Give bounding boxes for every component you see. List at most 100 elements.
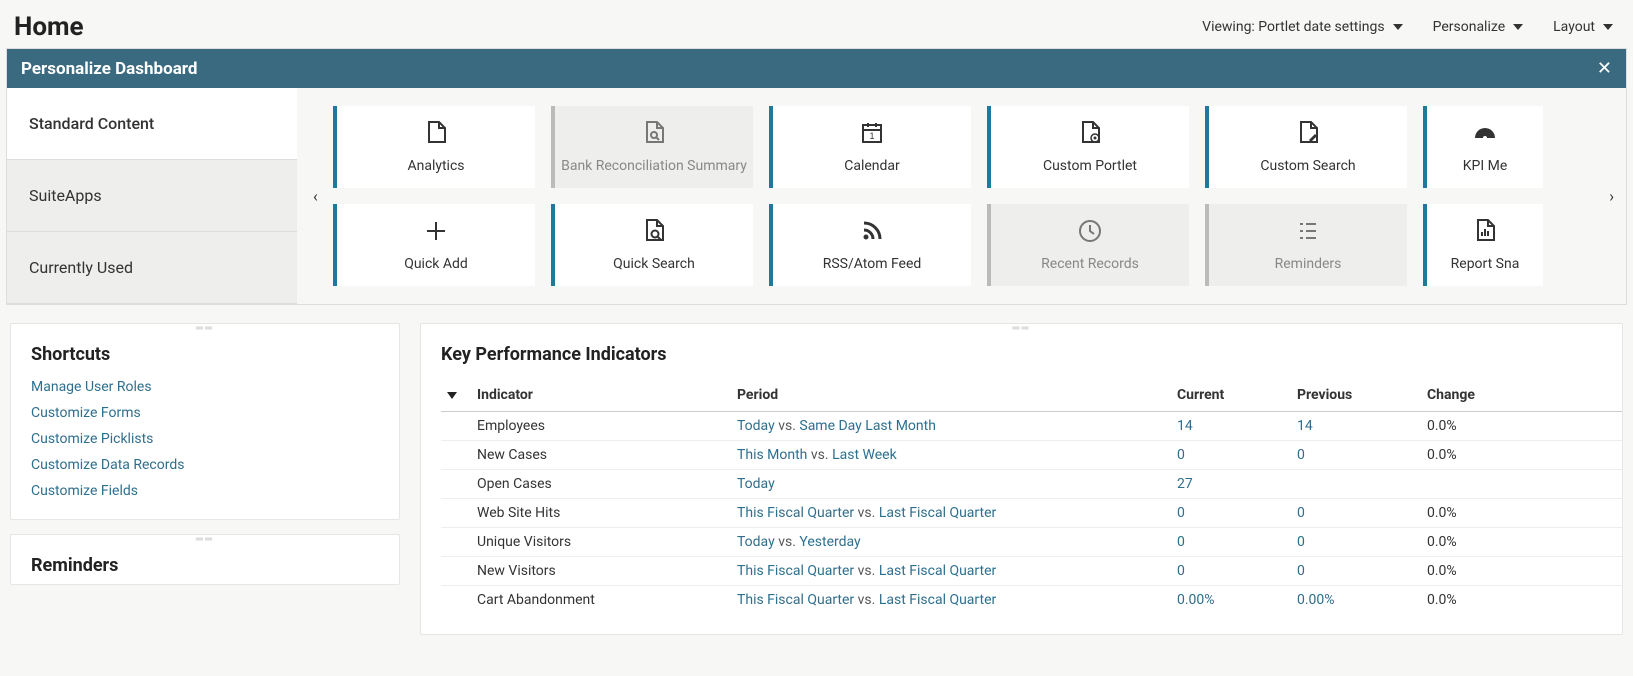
previous-cell: 0 (1291, 441, 1421, 470)
tile-calendar[interactable]: Calendar (769, 106, 971, 188)
file-gear-icon (1077, 120, 1103, 150)
close-icon[interactable]: ✕ (1597, 58, 1612, 79)
tile-report-sna[interactable]: Report Sna (1423, 204, 1543, 286)
value-link[interactable]: 0 (1177, 447, 1185, 463)
drag-handle-icon[interactable]: ══ (193, 535, 217, 541)
shortcut-link[interactable]: Customize Fields (31, 483, 379, 499)
tile-label: Custom Portlet (1043, 158, 1137, 174)
previous-cell: 0.00% (1291, 586, 1421, 615)
tile-label: Calendar (844, 158, 900, 174)
tab-suiteapps[interactable]: SuiteApps (7, 160, 297, 232)
tile-label: Recent Records (1041, 256, 1139, 272)
tile-label: Custom Search (1260, 158, 1355, 174)
personalize-dropdown[interactable]: Personalize (1433, 19, 1524, 35)
tile-recent-records[interactable]: Recent Records (987, 204, 1189, 286)
period-link[interactable]: Last Fiscal Quarter (879, 563, 996, 579)
value-link[interactable]: 14 (1177, 418, 1193, 434)
scroll-right-icon[interactable]: › (1605, 177, 1618, 216)
period-link[interactable]: This Month (737, 447, 807, 463)
value-link[interactable]: 0 (1177, 534, 1185, 550)
clock-icon (1077, 218, 1103, 248)
period-link[interactable]: This Fiscal Quarter (737, 592, 854, 608)
value-link[interactable]: 27 (1177, 476, 1193, 492)
previous-cell: 0 (1291, 557, 1421, 586)
tile-kpi-me[interactable]: KPI Me (1423, 106, 1543, 188)
tile-quick-add[interactable]: Quick Add (333, 204, 535, 286)
th-change[interactable]: Change (1421, 379, 1622, 412)
th-period[interactable]: Period (731, 379, 1171, 412)
period-link[interactable]: Last Fiscal Quarter (879, 505, 996, 521)
value-link[interactable]: 14 (1297, 418, 1313, 434)
period-link[interactable]: This Fiscal Quarter (737, 563, 854, 579)
th-previous[interactable]: Previous (1291, 379, 1421, 412)
tile-rss-atom-feed[interactable]: RSS/Atom Feed (769, 204, 971, 286)
period-link[interactable]: Last Fiscal Quarter (879, 592, 996, 608)
period-link[interactable]: Last Week (832, 447, 897, 463)
tile-custom-portlet[interactable]: Custom Portlet (987, 106, 1189, 188)
period-link[interactable]: Same Day Last Month (799, 418, 936, 434)
period-link[interactable]: Today (737, 534, 775, 550)
table-row: Cart AbandonmentThis Fiscal Quarter vs. … (441, 586, 1622, 615)
period-link[interactable]: Today (737, 418, 775, 434)
kpi-title: Key Performance Indicators (421, 330, 1622, 373)
value-link[interactable]: 0 (1177, 563, 1185, 579)
period-link[interactable]: Today (737, 476, 775, 492)
personalize-dashboard-panel: Personalize Dashboard ✕ Standard Content… (6, 48, 1627, 305)
tile-row-2: Quick AddQuick Search RSS/Atom Feed Recent… (333, 204, 1596, 286)
tab-standard-content[interactable]: Standard Content (7, 88, 297, 160)
shortcut-link[interactable]: Customize Picklists (31, 431, 379, 447)
drag-handle-icon[interactable]: ══ (1010, 324, 1034, 330)
current-cell: 14 (1171, 412, 1291, 441)
value-link[interactable]: 0.00% (1297, 592, 1335, 608)
value-link[interactable]: 0 (1297, 447, 1305, 463)
tile-label: RSS/Atom Feed (823, 256, 922, 272)
th-indicator[interactable]: Indicator (471, 379, 731, 412)
layout-dropdown[interactable]: Layout (1553, 19, 1613, 35)
th-current[interactable]: Current (1171, 379, 1291, 412)
vs-text: vs. (858, 563, 876, 579)
checklist-icon (1295, 218, 1321, 248)
indicator-cell: Web Site Hits (471, 499, 731, 528)
file-magnify-icon (641, 218, 667, 248)
value-link[interactable]: 0.00% (1177, 592, 1215, 608)
reminders-portlet: ══ Reminders (10, 534, 400, 585)
tile-bank-reconciliation-summary[interactable]: Bank Reconciliation Summary (551, 106, 753, 188)
current-cell: 0 (1171, 528, 1291, 557)
change-cell: 0.0% (1421, 412, 1622, 441)
plus-icon (423, 218, 449, 248)
tile-area: AnalyticsBank Reconciliation Summary Cale… (297, 88, 1626, 304)
period-cell: This Fiscal Quarter vs. Last Fiscal Quar… (731, 499, 1171, 528)
vs-text: vs. (858, 592, 876, 608)
period-link[interactable]: Yesterday (799, 534, 860, 550)
drag-handle-icon[interactable]: ══ (193, 324, 217, 330)
shortcut-link[interactable]: Customize Forms (31, 405, 379, 421)
value-link[interactable]: 0 (1177, 505, 1185, 521)
viewing-dropdown[interactable]: Viewing: Portlet date settings (1202, 19, 1402, 35)
table-row: New VisitorsThis Fiscal Quarter vs. Last… (441, 557, 1622, 586)
tile-quick-search[interactable]: Quick Search (551, 204, 753, 286)
change-cell: 0.0% (1421, 586, 1622, 615)
change-cell: 0.0% (1421, 499, 1622, 528)
calendar-icon (859, 120, 885, 150)
left-column: ══ Shortcuts Manage User RolesCustomize … (10, 323, 400, 635)
tile-label: Reminders (1275, 256, 1342, 272)
period-link[interactable]: This Fiscal Quarter (737, 505, 854, 521)
caret-down-icon (1513, 24, 1523, 30)
scroll-left-icon[interactable]: ‹ (309, 177, 322, 216)
tile-custom-search[interactable]: Custom Search (1205, 106, 1407, 188)
vs-text: vs. (778, 534, 796, 550)
table-row: New CasesThis Month vs. Last Week000.0% (441, 441, 1622, 470)
value-link[interactable]: 0 (1297, 563, 1305, 579)
value-link[interactable]: 0 (1297, 505, 1305, 521)
gauge-icon (1472, 120, 1498, 150)
shortcut-link[interactable]: Manage User Roles (31, 379, 379, 395)
value-link[interactable]: 0 (1297, 534, 1305, 550)
triangle-down-icon (447, 392, 457, 399)
tile-reminders[interactable]: Reminders (1205, 204, 1407, 286)
vs-text: vs. (778, 418, 796, 434)
tab-currently-used[interactable]: Currently Used (7, 232, 297, 304)
tile-analytics[interactable]: Analytics (333, 106, 535, 188)
shortcut-link[interactable]: Customize Data Records (31, 457, 379, 473)
expand-header[interactable] (441, 379, 471, 412)
tile-label: KPI Me (1463, 158, 1508, 174)
